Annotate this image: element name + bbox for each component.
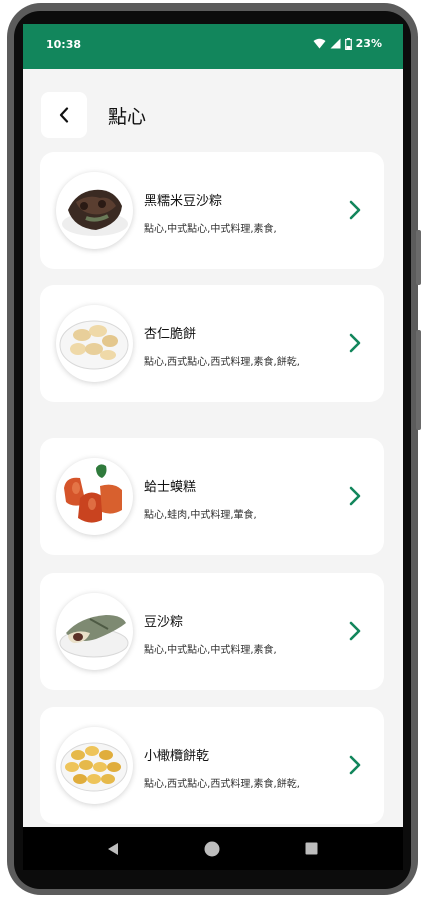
list-item[interactable]: 豆沙粽 點心,中式點心,中式料理,素食, <box>40 573 384 690</box>
nav-back-button[interactable] <box>93 827 133 870</box>
power-button <box>416 330 421 430</box>
item-title: 蛤士蟆糕 <box>144 480 197 495</box>
chevron-right-icon <box>349 621 361 641</box>
food-image <box>56 593 133 670</box>
item-tags: 點心,西式點心,西式料理,素食,餅乾, <box>144 779 300 790</box>
nav-recents-button[interactable] <box>291 827 331 870</box>
recents-square-icon <box>305 842 317 855</box>
item-list: 黑糯米豆沙粽 點心,中式點心,中式料理,素食, 杏仁脆餅 點心,西式點心,西式料… <box>23 24 403 827</box>
list-item[interactable]: 黑糯米豆沙粽 點心,中式點心,中式料理,素食, <box>40 152 384 269</box>
item-title: 小橄欖餅乾 <box>144 749 210 764</box>
item-tags: 點心,中式點心,中式料理,素食, <box>144 224 277 235</box>
food-image <box>56 305 133 382</box>
item-tags: 點心,中式點心,中式料理,素食, <box>144 645 277 656</box>
chevron-right-icon <box>349 333 361 353</box>
item-tags: 點心,西式點心,西式料理,素食,餅乾, <box>144 357 300 368</box>
chevron-right-icon <box>349 200 361 220</box>
chevron-right-icon <box>349 486 361 506</box>
chevron-right-icon <box>349 755 361 775</box>
item-title: 豆沙粽 <box>144 615 184 630</box>
list-item[interactable]: 杏仁脆餅 點心,西式點心,西式料理,素食,餅乾, <box>40 285 384 402</box>
food-image <box>56 727 133 804</box>
item-title: 杏仁脆餅 <box>144 327 197 342</box>
home-circle-icon <box>204 841 220 856</box>
list-item[interactable]: 蛤士蟆糕 點心,蛙肉,中式料理,葷食, <box>40 438 384 555</box>
item-title: 黑糯米豆沙粽 <box>144 194 223 209</box>
list-item[interactable]: 小橄欖餅乾 點心,西式點心,西式料理,素食,餅乾, <box>40 707 384 824</box>
navigation-bar <box>23 827 403 870</box>
screen: 10:38 23% 點心 黑糯米豆沙粽 點心,中式點心,中式料理,素食, 杏仁脆… <box>23 24 403 827</box>
back-triangle-icon <box>108 842 118 855</box>
food-image <box>56 458 133 535</box>
food-image <box>56 172 133 249</box>
nav-home-button[interactable] <box>192 827 232 870</box>
item-tags: 點心,蛙肉,中式料理,葷食, <box>144 510 257 521</box>
volume-button <box>416 230 421 285</box>
